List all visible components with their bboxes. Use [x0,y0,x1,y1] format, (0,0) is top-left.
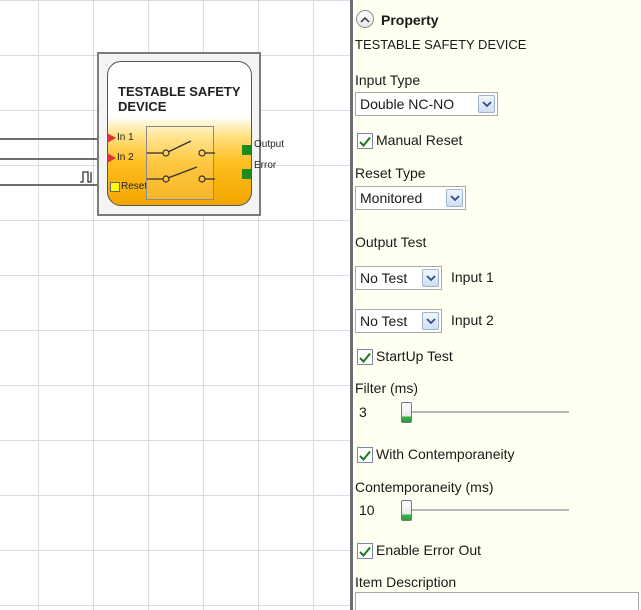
filter-value: 3 [359,404,367,420]
reset-pin-icon [110,182,120,192]
output-pin-icon[interactable] [242,145,251,155]
pin-error-label: Error [254,160,277,171]
test2-value: No Test [360,313,408,329]
filter-slider-track[interactable] [401,411,569,414]
startup-test-label[interactable]: StartUp Test [376,348,453,364]
dropdown-button[interactable] [478,95,495,113]
test2-select[interactable]: No Test [355,309,442,333]
pulse-icon [80,171,92,183]
test1-value: No Test [360,270,408,286]
collapse-button[interactable] [356,10,374,28]
chevron-up-icon [360,16,370,23]
input-type-label: Input Type [355,72,421,88]
test1-select[interactable]: No Test [355,266,442,290]
reset-type-label: Reset Type [355,165,426,181]
pin-output-label: Output [254,139,285,150]
input-type-select[interactable]: Double NC-NO [355,92,498,116]
test2-label: Input 2 [451,312,494,328]
device-name: TESTABLE SAFETY DEVICE [355,37,527,52]
reset-type-value: Monitored [360,190,423,206]
logic-canvas[interactable]: TESTABLE SAFETY DEVICE In 1 In 2 Reset O… [0,0,350,610]
error-pin-icon[interactable] [242,169,251,179]
item-description-label: Item Description [355,574,457,590]
pin-in2-label: In 2 [117,152,134,163]
manual-reset-label[interactable]: Manual Reset [376,132,462,148]
checkmark-icon [359,450,371,461]
in1-arrow-icon [107,133,116,143]
checkmark-icon [359,352,371,363]
checkmark-icon [359,136,371,147]
chevron-down-icon [481,100,492,107]
chevron-down-icon [425,274,436,281]
in2-arrow-icon [107,153,116,163]
filter-label: Filter (ms) [355,380,418,396]
contemporaneity-slider-track[interactable] [401,509,569,512]
manual-reset-checkbox[interactable] [357,133,373,149]
checkmark-icon [359,546,371,557]
pin-reset-label: Reset [121,181,148,192]
contemporaneity-checkbox[interactable] [357,447,373,463]
wire-reset[interactable] [0,184,110,186]
item-description-input[interactable] [355,592,639,610]
switch-symbol [146,126,215,200]
contemporaneity-check-label[interactable]: With Contemporaneity [376,446,515,462]
chevron-down-icon [449,194,460,201]
enable-error-out-label[interactable]: Enable Error Out [376,542,481,558]
input-type-value: Double NC-NO [360,96,455,112]
dropdown-button[interactable] [422,269,439,287]
test1-label: Input 1 [451,269,494,285]
dropdown-button[interactable] [446,189,463,207]
contemporaneity-label: Contemporaneity (ms) [355,479,494,495]
dropdown-button[interactable] [422,312,439,330]
wire-in1[interactable] [0,138,107,140]
output-test-label: Output Test [355,234,427,250]
contemporaneity-value: 10 [359,502,375,518]
pin-in1-label: In 1 [117,132,134,143]
filter-slider-thumb[interactable] [401,402,412,423]
property-panel: Property TESTABLE SAFETY DEVICE Input Ty… [353,0,641,610]
chevron-down-icon [425,317,436,324]
panel-title: Property [381,12,439,28]
reset-type-select[interactable]: Monitored [355,186,466,210]
startup-test-checkbox[interactable] [357,349,373,365]
switch-contacts-icon [147,140,215,183]
block-title: TESTABLE SAFETY DEVICE [118,84,241,114]
enable-error-out-checkbox[interactable] [357,543,373,559]
wire-in2[interactable] [0,158,107,160]
contemporaneity-slider-thumb[interactable] [401,500,412,521]
